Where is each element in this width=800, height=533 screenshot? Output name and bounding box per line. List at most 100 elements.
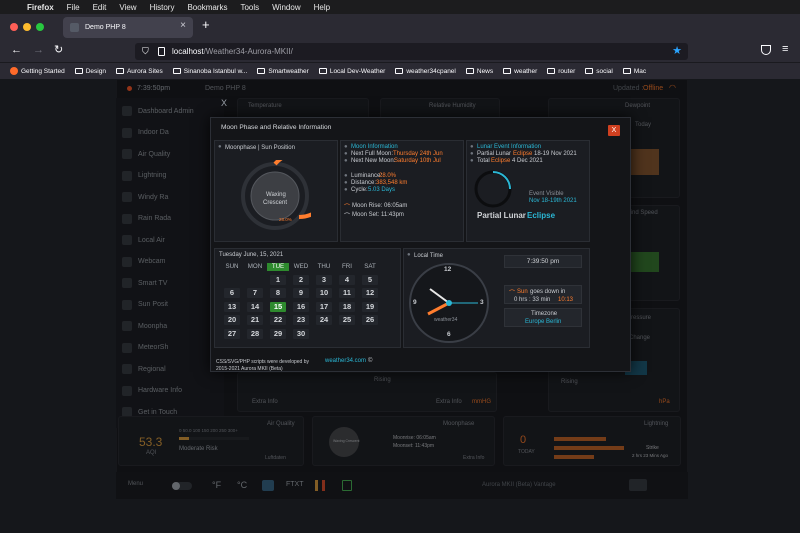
timezone-label: Timezone — [531, 311, 558, 317]
bookmark-item[interactable]: Smartweather — [257, 68, 309, 75]
calendar-day[interactable]: 12 — [362, 288, 378, 299]
calendar-day[interactable]: 6 — [224, 288, 240, 299]
menu-firefox[interactable]: Firefox — [27, 3, 54, 12]
calendar-day[interactable]: 5 — [362, 275, 378, 285]
lunar-dot-icon: ● — [470, 144, 474, 150]
menu-tools[interactable]: Tools — [240, 3, 259, 12]
menu-bookmarks[interactable]: Bookmarks — [187, 3, 227, 12]
minimize-window-button[interactable] — [23, 23, 31, 31]
calendar-day[interactable]: 23 — [293, 315, 309, 326]
back-arrow-icon[interactable]: ← — [11, 44, 22, 56]
luminance-label: Luminance: — [351, 173, 383, 179]
bookmark-item[interactable]: News — [465, 67, 494, 75]
url-host: localhost — [172, 47, 204, 56]
bookmark-item[interactable]: Aurora Sites — [115, 67, 163, 75]
browser-tab[interactable]: Demo PHP 8 × — [63, 17, 193, 38]
calendar-day[interactable]: 11 — [339, 288, 355, 299]
bookmark-label: weather34cpanel — [406, 67, 456, 75]
bookmark-item[interactable]: Local Dev-Weather — [318, 67, 386, 75]
calendar-day[interactable]: 25 — [339, 315, 355, 326]
forward-arrow-icon[interactable]: → — [33, 44, 44, 56]
menu-window[interactable]: Window — [272, 3, 300, 12]
luminance-value: 28.0% — [379, 173, 397, 179]
calendar-day[interactable]: 29 — [270, 328, 286, 339]
bookmark-item[interactable]: social — [585, 68, 613, 75]
calendar-day[interactable]: 10 — [316, 288, 332, 299]
calendar-day-header: TUE — [267, 263, 289, 271]
calendar-day-header: SAT — [364, 263, 376, 270]
menu-edit[interactable]: Edit — [93, 3, 107, 12]
calendar-day[interactable]: 20 — [224, 315, 240, 326]
menu-view[interactable]: View — [119, 3, 136, 12]
sun-mins: 10:13 — [558, 297, 574, 303]
calendar-day[interactable]: 30 — [293, 328, 309, 339]
modal-close-button[interactable]: X — [608, 125, 620, 136]
bookmark-item[interactable]: weather — [503, 68, 537, 75]
calendar-day[interactable]: 22 — [270, 315, 286, 326]
full-moon-value: Thursday 24th Jun — [393, 151, 443, 157]
bookmark-item[interactable]: router — [547, 68, 575, 75]
menu-history[interactable]: History — [150, 3, 175, 12]
bookmark-label: News — [476, 67, 494, 75]
calendar-day[interactable]: 27 — [224, 328, 240, 339]
footer-copyright: © — [368, 358, 373, 364]
calendar-day[interactable]: 26 — [362, 315, 378, 326]
calendar-day[interactable]: 18 — [339, 301, 355, 312]
hamburger-menu-icon[interactable]: ≡ — [782, 43, 788, 55]
close-window-button[interactable] — [10, 23, 18, 31]
bookmark-item[interactable]: Getting Started — [10, 67, 65, 75]
url-bar[interactable]: ⛉ localhost/Weather34-Aurora-MKII/ ★ — [135, 43, 688, 60]
local-time-heading: Local Time — [414, 253, 444, 259]
menu-file[interactable]: File — [67, 3, 80, 12]
calendar-day-header: THU — [317, 263, 331, 270]
lunar-event-panel: ● Lunar Event Information ● Partial Luna… — [466, 140, 590, 242]
calendar-day-header: FRI — [342, 263, 352, 270]
clock-12: 12 — [444, 266, 452, 273]
total-dates: 4 Dec 2021 — [512, 158, 543, 164]
calendar-day[interactable]: 9 — [293, 288, 309, 299]
folder-icon — [115, 68, 124, 74]
calendar-day[interactable]: 13 — [224, 301, 240, 312]
menu-help[interactable]: Help — [314, 3, 330, 12]
new-tab-button[interactable]: + — [202, 17, 210, 32]
bookmark-item[interactable]: Design — [74, 68, 106, 75]
big-partial-label: Partial Lunar — [477, 211, 526, 220]
calendar-day[interactable]: 28 — [247, 328, 263, 339]
tab-close-button[interactable]: × — [180, 20, 186, 31]
moon-info-dot-icon: ● — [344, 144, 348, 150]
calendar-day[interactable]: 15 — [270, 301, 286, 312]
bookmark-label: Aurora Sites — [126, 67, 163, 75]
calendar-day[interactable]: 8 — [270, 288, 286, 299]
folder-icon — [465, 68, 474, 74]
calendar-day[interactable]: 21 — [247, 315, 263, 326]
bookmark-item[interactable]: Mac — [622, 68, 646, 75]
bookmark-item[interactable]: weather34cpanel — [395, 68, 456, 75]
sun-label: Sun — [517, 289, 528, 295]
partial-dates: 18-19 Nov 2021 — [534, 151, 577, 157]
calendar-day[interactable]: 16 — [293, 301, 309, 312]
bookmark-item[interactable]: Sinanoba Istanbul w... — [172, 68, 247, 75]
folder-icon — [503, 68, 512, 74]
calendar-day[interactable]: 24 — [316, 315, 332, 326]
calendar-day[interactable]: 7 — [247, 288, 263, 299]
reload-icon[interactable]: ↻ — [54, 43, 63, 56]
moonphase-heading: Moonphase | Sun Position — [225, 145, 295, 151]
shield-icon[interactable]: ⛉ — [142, 46, 149, 57]
macos-menu-bar: Firefox File Edit View History Bookmarks… — [0, 0, 800, 14]
calendar-day[interactable]: 4 — [339, 275, 355, 285]
pocket-icon[interactable] — [761, 45, 771, 55]
bookmark-label: router — [558, 67, 576, 75]
zoom-window-button[interactable] — [36, 23, 44, 31]
calendar-day[interactable]: 14 — [247, 301, 263, 312]
calendar-day[interactable]: 17 — [316, 301, 332, 312]
footer-link[interactable]: weather34.com — [325, 358, 366, 364]
calendar-day-header: WED — [293, 263, 309, 270]
calendar-day[interactable]: 19 — [362, 301, 378, 312]
calendar-day[interactable]: 2 — [293, 275, 309, 285]
calendar-day[interactable]: 3 — [316, 275, 332, 285]
bookmark-label: Local Dev-Weather — [329, 67, 386, 75]
calendar-day[interactable]: 1 — [270, 275, 286, 285]
bookmark-star-icon[interactable]: ★ — [672, 44, 682, 57]
new-moon-label: Next New Moon: — [351, 158, 396, 164]
sidebar-close-icon[interactable]: X — [221, 98, 227, 108]
